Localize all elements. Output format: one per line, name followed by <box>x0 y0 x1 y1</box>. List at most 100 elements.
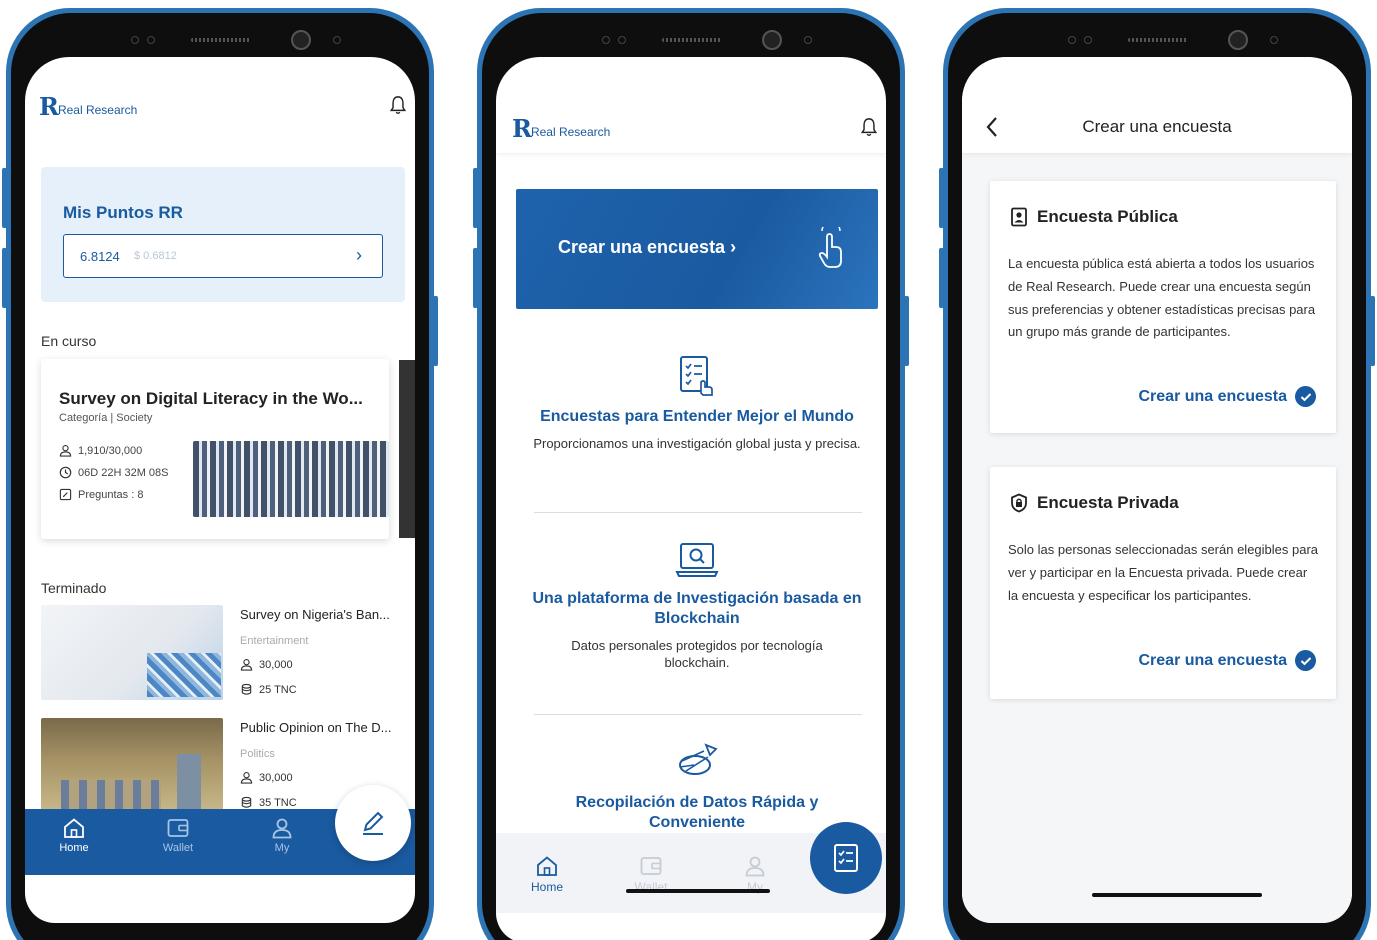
coin-stack-icon <box>241 796 252 808</box>
next-survey-card-peek[interactable] <box>399 360 415 538</box>
sensor-dot <box>333 36 341 44</box>
sensor-dot <box>1270 36 1278 44</box>
survey-category: Categoría | Society <box>59 412 153 424</box>
points-title: Mis Puntos RR <box>63 203 183 222</box>
create-survey-fab[interactable] <box>810 822 882 894</box>
finished-survey-category: Entertainment <box>240 635 309 647</box>
tab-label: Home <box>530 880 563 894</box>
card-heading-text: Encuesta Privada <box>1037 493 1179 512</box>
app-header: R Real Research <box>25 57 415 137</box>
id-badge-icon <box>1011 207 1027 227</box>
feature-fast-data: Recopilación de Datos Rápida y Convenien… <box>516 743 878 833</box>
app-header: R Real Research <box>496 57 886 153</box>
check-circle-icon <box>1295 386 1316 407</box>
clock-icon <box>59 466 72 479</box>
participants-row: 1,910/30,000 <box>59 444 142 457</box>
bell-icon[interactable] <box>389 95 407 115</box>
user-icon <box>240 772 253 784</box>
feature-title: Recopilación de Datos Rápida y Convenien… <box>575 794 819 831</box>
finished-survey-title: Public Opinion on The D... <box>240 720 392 735</box>
create-survey-banner-label: Crear una encuesta › <box>558 237 737 257</box>
tab-label: My <box>274 842 290 854</box>
bell-icon[interactable] <box>860 117 878 137</box>
survey-title: Survey on Digital Literacy in the Wo... <box>59 389 363 408</box>
create-private-survey-link[interactable]: Crear una encuesta <box>1138 650 1316 671</box>
user-icon <box>745 856 765 877</box>
phone-frame-create-landing: R Real Research Crear una encuesta › Enc… <box>473 8 909 940</box>
user-icon <box>59 445 72 457</box>
home-indicator <box>1092 893 1262 897</box>
questions-row: Preguntas : 8 <box>59 488 143 501</box>
ongoing-survey-card[interactable]: Survey on Digital Literacy in the Wo... … <box>41 359 389 539</box>
sensor-dot <box>131 36 139 44</box>
chevron-right-icon: › <box>356 245 362 265</box>
private-survey-card[interactable]: Encuesta Privada Solo las personas selec… <box>990 467 1336 699</box>
card-description: La encuesta pública está abierta a todos… <box>1008 256 1316 340</box>
phone-frame-home: R Real Research Mis Puntos RR 6.8124 $ 0… <box>2 8 438 940</box>
feature-title: Una plataforma de Investigación basada e… <box>532 590 862 627</box>
phone-body: Crear una encuesta Encuesta Pública La e… <box>948 13 1366 940</box>
phone-top-sensors <box>482 27 900 53</box>
tab-wallet[interactable]: Wallet <box>143 817 213 854</box>
section-divider <box>534 512 862 513</box>
reward-amount: 35 TNC <box>259 796 297 809</box>
phone-body: R Real Research Crear una encuesta › Enc… <box>482 13 900 940</box>
section-divider <box>534 714 862 715</box>
feature-understand-world: Encuestas para Entender Mejor el Mundo P… <box>516 355 878 452</box>
section-label-ongoing: En curso <box>41 333 97 349</box>
power-button <box>433 296 438 366</box>
points-balance-button[interactable]: 6.8124 $ 0.6812 › <box>63 234 383 278</box>
power-button <box>904 296 909 366</box>
tab-home[interactable]: Home <box>512 855 582 894</box>
front-camera <box>762 30 782 50</box>
sensor-dot <box>147 36 155 44</box>
earpiece-speaker <box>191 38 251 42</box>
points-card: Mis Puntos RR 6.8124 $ 0.6812 › <box>41 167 405 302</box>
home-indicator <box>626 889 770 893</box>
participants-count: 30,000 <box>259 658 293 671</box>
finished-survey-title: Survey on Nigeria's Ban... <box>240 607 390 622</box>
create-survey-banner[interactable]: Crear una encuesta › <box>516 189 878 309</box>
volume-button <box>939 168 944 228</box>
card-heading-text: Encuesta Pública <box>1037 207 1178 226</box>
front-camera <box>1228 30 1248 50</box>
participants-count: 1,910/30,000 <box>78 444 143 457</box>
screen-survey-type: Crear una encuesta Encuesta Pública La e… <box>962 57 1352 923</box>
reward-row: 35 TNC <box>240 796 297 809</box>
tab-my[interactable]: My <box>247 817 317 854</box>
logo-mark: R <box>512 114 532 143</box>
sensor-dot <box>1068 36 1076 44</box>
volume-button <box>2 248 7 308</box>
wallet-icon <box>640 857 662 875</box>
time-left: 06D 22H 32M 08S <box>78 466 169 479</box>
feature-description: Proporcionamos una investigación global … <box>533 436 861 451</box>
volume-button <box>473 248 478 308</box>
reward-row: 25 TNC <box>240 683 297 696</box>
user-icon <box>272 818 292 839</box>
volume-button <box>2 168 7 228</box>
pencil-icon <box>363 811 384 835</box>
tab-label: Home <box>59 842 89 854</box>
check-circle-icon <box>1295 650 1316 671</box>
phone-top-sensors <box>11 27 429 53</box>
home-icon <box>537 856 557 876</box>
public-survey-card[interactable]: Encuesta Pública La encuesta pública est… <box>990 181 1336 433</box>
feature-description: Datos personales protegidos por tecnolog… <box>571 638 823 670</box>
finished-survey-item[interactable]: Survey on Nigeria's Ban... Entertainment… <box>41 605 401 700</box>
logo-text: Real Research <box>57 103 138 117</box>
survey-thumbnail <box>41 605 223 700</box>
tap-hand-icon <box>818 227 842 268</box>
real-research-logo[interactable]: R Real Research <box>39 95 137 119</box>
home-icon <box>64 818 84 838</box>
tab-home[interactable]: Home <box>39 817 109 854</box>
coin-stack-icon <box>241 683 252 695</box>
checklist-icon <box>680 356 713 396</box>
create-survey-fab[interactable] <box>335 785 411 861</box>
real-research-logo[interactable]: R Real Research <box>512 117 610 141</box>
create-public-survey-link[interactable]: Crear una encuesta <box>1138 386 1316 407</box>
phone-frame-survey-type: Crear una encuesta Encuesta Pública La e… <box>939 8 1375 940</box>
data-chart-icon <box>679 743 718 775</box>
sensor-dot <box>602 36 610 44</box>
thumbnail-audience <box>61 780 161 810</box>
reward-amount: 25 TNC <box>259 683 297 696</box>
